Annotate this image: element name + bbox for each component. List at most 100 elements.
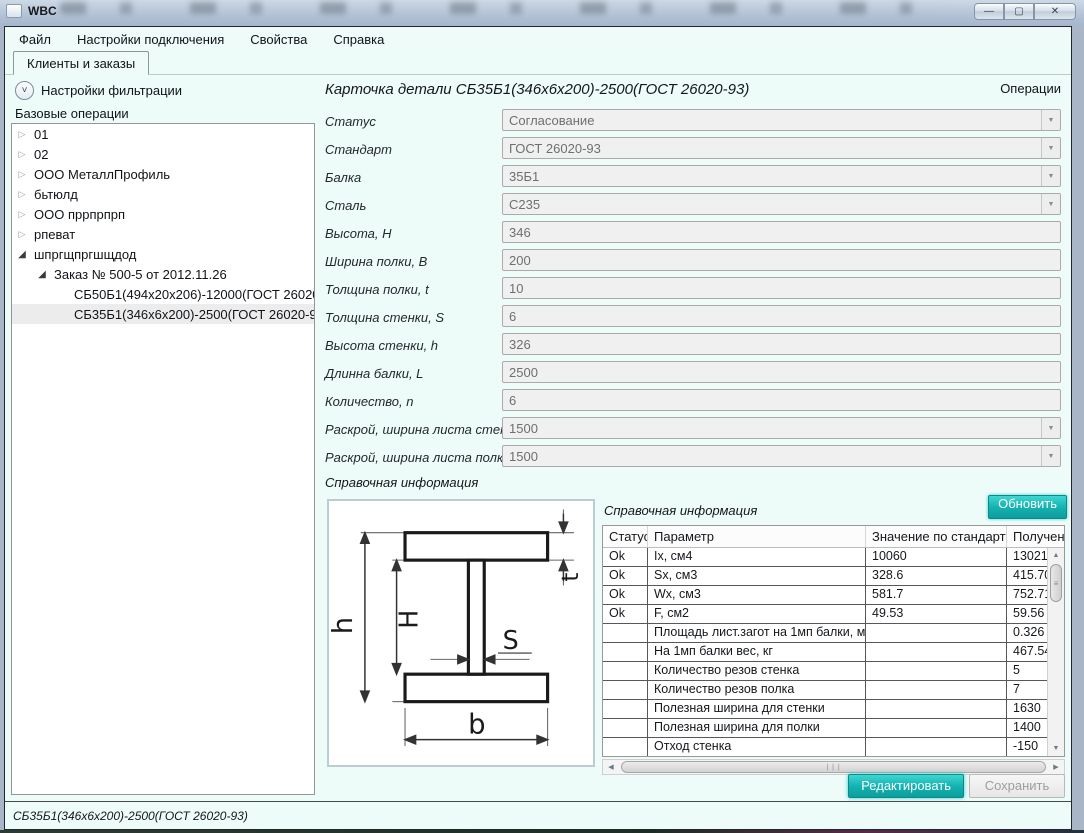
tree-item[interactable]: ▷ ООО пррпрпрп [12,204,314,224]
field-input[interactable]: ГОСТ 26020-93 ▼ [502,137,1061,159]
field-input[interactable]: 10 ▼ [502,277,1061,299]
menu-help[interactable]: Справка [333,32,384,47]
dropdown-arrow-icon[interactable]: ▼ [1041,166,1060,186]
field-label: Длинна балки, L [325,366,423,381]
menu-properties[interactable]: Свойства [250,32,307,47]
table-row[interactable]: Площадь лист.загот на 1мп балки, м2 0.32… [603,624,1064,643]
expander-icon[interactable]: ▷ [14,169,30,180]
scroll-left-icon[interactable]: ◀ [603,763,619,771]
dropdown-arrow-icon[interactable]: ▼ [1041,110,1060,130]
table-row[interactable]: Количество резов полка 7 [603,681,1064,700]
tree-item[interactable]: СБ50Б1(494х20х206)-12000(ГОСТ 26020-93) [12,284,314,304]
horizontal-scrollbar[interactable]: ◀ | | | ▶ [602,759,1065,775]
tree-item[interactable]: ◢ шпргщпргшщдод [12,244,314,264]
menu-file[interactable]: Файл [19,32,51,47]
table-row[interactable]: Количество резов стенка 5 [603,662,1064,681]
close-button[interactable]: ✕ [1034,3,1076,20]
dropdown-arrow-icon[interactable]: ▼ [1041,418,1060,438]
expander-icon[interactable]: ▷ [14,209,30,220]
save-button[interactable]: Сохранить [969,774,1065,798]
filter-expander[interactable]: ˅ Настройки фильтрации [9,79,315,101]
chevron-down-icon[interactable]: ˅ [15,81,34,100]
tree-item-label: бьтюлд [30,187,82,202]
maximize-button[interactable]: ▢ [1004,3,1034,20]
scroll-up-icon[interactable]: ▲ [1048,548,1064,563]
form-row: Статус Согласование ▼ [325,109,1061,137]
cell-parameter: Количество резов стенка [648,662,866,680]
field-value: Согласование [503,113,1041,128]
expander-icon[interactable]: ◢ [34,269,50,280]
field-input[interactable]: 1500 ▼ [502,445,1061,467]
field-input[interactable]: 346 ▼ [502,221,1061,243]
field-input[interactable]: 6 ▼ [502,389,1061,411]
horizontal-scroll-thumb[interactable]: | | | [621,761,1046,773]
refresh-button[interactable]: Обновить [988,495,1067,519]
field-input[interactable]: 200 ▼ [502,249,1061,271]
menu-connection-settings[interactable]: Настройки подключения [77,32,224,47]
expander-icon[interactable]: ▷ [14,229,30,240]
aero-glass-blur [60,2,944,14]
cell-standard-value [866,738,1007,756]
operations-expander[interactable]: Операции [1000,81,1061,98]
tree-item[interactable]: ▷ 01 [12,124,314,144]
field-value: 2500 [503,365,1060,380]
field-input[interactable]: С235 ▼ [502,193,1061,215]
table-row[interactable]: Ok Sx, см3 328.6 415.707 [603,567,1064,586]
expander-icon[interactable]: ▷ [14,149,30,160]
field-value: 6 [503,309,1060,324]
col-standard-value[interactable]: Значение по стандарту [866,526,1007,547]
vertical-scroll-thumb[interactable]: ≡ [1050,564,1062,602]
edit-button[interactable]: Редактировать [848,774,964,798]
cell-status [603,643,648,661]
field-label: Балка [325,170,361,185]
field-label: Толщина полки, t [325,282,429,297]
cell-status: Ok [603,586,648,604]
cell-parameter: F, см2 [648,605,866,623]
tree-item[interactable]: ▷ рпеват [12,224,314,244]
vertical-scrollbar[interactable]: ▲ ≡ ▼ [1047,548,1064,756]
tree-item[interactable]: ▷ ООО МеталлПрофиль [12,164,314,184]
field-label: Ширина полки, B [325,254,427,269]
cell-parameter: Отход стенка [648,738,866,756]
table-row[interactable]: Полезная ширина для стенки 1630 [603,700,1064,719]
table-row[interactable]: Отход стенка -150 [603,738,1064,756]
field-input[interactable]: 35Б1 ▼ [502,165,1061,187]
expander-icon[interactable]: ▷ [14,189,30,200]
field-input[interactable]: 6 ▼ [502,305,1061,327]
minimize-button[interactable]: — [974,3,1004,20]
col-status[interactable]: Статус [603,526,648,547]
table-row[interactable]: Полезная ширина для полки 1400 [603,719,1064,738]
scroll-down-icon[interactable]: ▼ [1048,741,1064,756]
base-operations-label: Базовые операции [15,106,315,121]
expander-icon[interactable]: ◢ [14,249,30,260]
tree-item[interactable]: ▷ 02 [12,144,314,164]
field-input[interactable]: 1500 ▼ [502,417,1061,439]
field-label: Толщина стенки, S [325,310,444,325]
field-input[interactable]: Согласование ▼ [502,109,1061,131]
expander-icon[interactable]: ▷ [14,129,30,140]
field-input[interactable]: 326 ▼ [502,333,1061,355]
field-label: Стандарт [325,142,392,157]
cell-status: Ok [603,605,648,623]
cell-parameter: Wx, см3 [648,586,866,604]
tree-item[interactable]: ◢ Заказ № 500-5 от 2012.11.26 [12,264,314,284]
cell-standard-value: 581.7 [866,586,1007,604]
tree-item[interactable]: ▷ бьтюлд [12,184,314,204]
tab-clients-orders[interactable]: Клиенты и заказы [13,51,149,75]
field-label: Раскрой, ширина листа полки [325,450,510,465]
table-row[interactable]: Ok F, см2 49.53 59.56 [603,605,1064,624]
app-icon [6,4,22,18]
scroll-right-icon[interactable]: ▶ [1048,763,1064,771]
col-obtained-value[interactable]: Полученное значение [1007,526,1064,547]
col-parameter[interactable]: Параметр [648,526,866,547]
table-row[interactable]: Ok Ix, см4 10060 13021.899 [603,548,1064,567]
dim-t-label: t [557,572,584,581]
table-row[interactable]: Ok Wx, см3 581.7 752.711 [603,586,1064,605]
dropdown-arrow-icon[interactable]: ▼ [1041,138,1060,158]
dropdown-arrow-icon[interactable]: ▼ [1041,194,1060,214]
dropdown-arrow-icon[interactable]: ▼ [1041,446,1060,466]
table-row[interactable]: На 1мп балки вес, кг 467.546 [603,643,1064,662]
field-input[interactable]: 2500 ▼ [502,361,1061,383]
title-bar: WBC — ▢ ✕ [0,0,1084,26]
tree-item[interactable]: СБ35Б1(346х6х200)-2500(ГОСТ 26020-93) [12,304,314,324]
